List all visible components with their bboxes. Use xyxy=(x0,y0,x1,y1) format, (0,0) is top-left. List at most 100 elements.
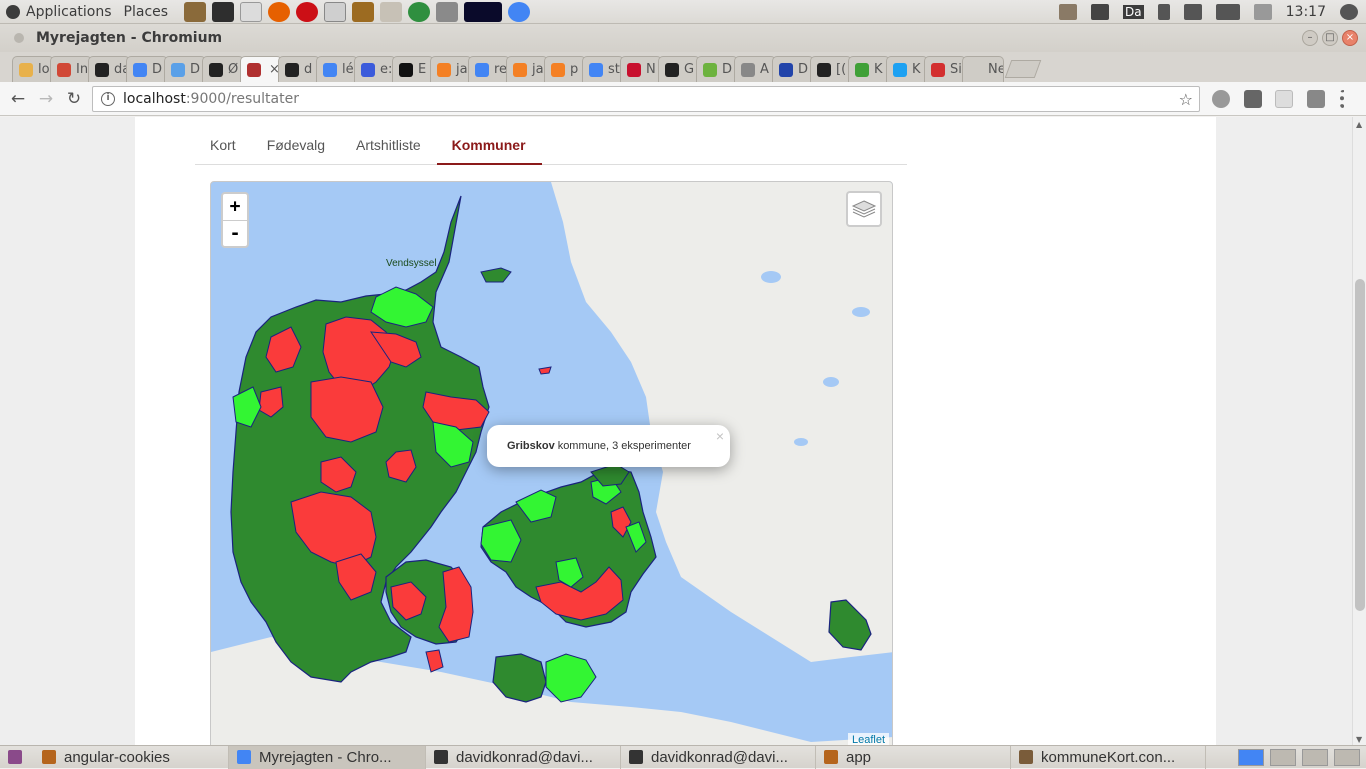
region-red[interactable] xyxy=(425,649,444,673)
terminal-launcher-icon[interactable] xyxy=(212,1,235,22)
browser-tab[interactable]: D xyxy=(772,56,814,82)
minimize-button[interactable]: – xyxy=(1302,30,1318,46)
taskbar-window-button[interactable]: app xyxy=(816,745,1011,769)
municipality-map[interactable]: Vendsyssel + - Gribskov kommune, 3 ekspe… xyxy=(210,181,893,745)
browser-tab[interactable]: D xyxy=(696,56,738,82)
browser-tab[interactable]: Si xyxy=(924,56,966,82)
nav-tab-kommuner[interactable]: Kommuner xyxy=(436,129,542,165)
browser-tab[interactable]: p xyxy=(544,56,586,82)
close-window-button[interactable]: × xyxy=(1342,30,1358,46)
opera-launcher-icon[interactable] xyxy=(296,1,319,22)
browser-tab[interactable]: New xyxy=(962,56,1004,82)
database-launcher-icon[interactable] xyxy=(436,1,459,22)
show-desktop-icon[interactable] xyxy=(8,750,22,764)
workspace-icon[interactable] xyxy=(1270,748,1296,766)
bookmark-star-icon[interactable]: ☆ xyxy=(1179,90,1193,109)
address-bar[interactable]: i localhost:9000/resultater ☆ xyxy=(92,86,1200,112)
chrome-menu-icon[interactable] xyxy=(1340,90,1346,108)
taskbar-window-button[interactable]: angular-cookies xyxy=(34,745,229,769)
page-content: Kort Fødevalg Artshitliste Kommuner Vend… xyxy=(135,117,1216,745)
browser-tab[interactable]: D xyxy=(164,56,206,82)
window-menu-icon[interactable] xyxy=(14,33,24,43)
battery-icon[interactable] xyxy=(1215,4,1240,20)
browser-tab[interactable]: d xyxy=(278,56,320,82)
folder-extension-icon[interactable] xyxy=(1275,90,1293,108)
region-anholt[interactable] xyxy=(538,366,552,375)
browser-tab[interactable]: ja xyxy=(430,56,472,82)
workspace-icon[interactable] xyxy=(1334,748,1360,766)
chromium-launcher-icon[interactable] xyxy=(508,1,531,22)
monitor-launcher-icon[interactable] xyxy=(464,1,503,22)
spotify-launcher-icon[interactable] xyxy=(408,1,431,22)
files-launcher-icon[interactable] xyxy=(184,1,207,22)
forward-button[interactable]: → xyxy=(32,85,60,113)
browser-tab[interactable]: N xyxy=(620,56,662,82)
firefox-launcher-icon[interactable] xyxy=(268,1,291,22)
result-nav-tabs: Kort Fødevalg Artshitliste Kommuner xyxy=(195,129,907,165)
browser-tab[interactable]: G xyxy=(658,56,700,82)
browser-tab[interactable]: K xyxy=(886,56,928,82)
taskbar-window-button[interactable]: kommuneKort.con... xyxy=(1011,745,1206,769)
browser-tab[interactable]: E xyxy=(392,56,434,82)
text-editor-launcher-icon[interactable] xyxy=(240,1,263,22)
browser-tab[interactable]: e: xyxy=(354,56,396,82)
browser-tab[interactable]: lo xyxy=(12,56,54,82)
workspace-switcher[interactable] xyxy=(1238,748,1366,766)
workspace-icon[interactable] xyxy=(1302,748,1328,766)
leaflet-attribution-link[interactable]: Leaflet xyxy=(847,733,889,745)
vertical-scrollbar[interactable]: ▲ ▼ xyxy=(1352,117,1366,745)
taskbar-window-label: app xyxy=(846,748,872,766)
zoom-in-button[interactable]: + xyxy=(223,194,247,220)
nav-tab-fødevalg[interactable]: Fødevalg xyxy=(252,129,341,165)
taskbar-window-button[interactable]: Myrejagten - Chro... xyxy=(229,745,426,769)
zoom-out-button[interactable]: - xyxy=(223,220,247,246)
layers-control-button[interactable] xyxy=(846,191,882,227)
bluetooth-icon[interactable] xyxy=(1157,4,1170,20)
workspace-icon[interactable] xyxy=(1238,748,1264,766)
taskbar-window-button[interactable]: davidkonrad@davi... xyxy=(426,745,621,769)
browser-tab[interactable]: A xyxy=(734,56,776,82)
nav-tab-kort[interactable]: Kort xyxy=(195,129,252,165)
new-tab-button[interactable] xyxy=(1004,60,1042,78)
browser-tab[interactable]: lé xyxy=(316,56,358,82)
dosbox-launcher-icon[interactable] xyxy=(352,1,375,22)
browser-tab[interactable]: st xyxy=(582,56,624,82)
maximize-button[interactable]: □ xyxy=(1322,30,1338,46)
volume-icon[interactable] xyxy=(1253,4,1272,20)
browser-tab[interactable]: ja xyxy=(506,56,548,82)
reload-button[interactable]: ↻ xyxy=(60,85,88,113)
browser-tab[interactable]: D xyxy=(126,56,168,82)
adblock-extension-icon[interactable] xyxy=(1212,90,1230,108)
popup-close-button[interactable]: × xyxy=(716,428,724,444)
browser-tab[interactable]: Ø xyxy=(202,56,244,82)
browser-tab[interactable]: In xyxy=(50,56,92,82)
gear-icon[interactable] xyxy=(1340,4,1358,20)
scrollbar-thumb[interactable] xyxy=(1355,279,1365,611)
region-light-green[interactable] xyxy=(545,653,597,703)
taskbar-window-button[interactable]: davidkonrad@davi... xyxy=(621,745,816,769)
keyboard-layout-indicator[interactable]: Da xyxy=(1123,5,1144,19)
back-button[interactable]: ← xyxy=(4,85,32,113)
browser-tab[interactable]: [( xyxy=(810,56,852,82)
mail-icon[interactable] xyxy=(1183,4,1202,20)
browser-tab[interactable]: K xyxy=(848,56,890,82)
indicator-icon[interactable] xyxy=(1059,4,1078,20)
nav-tab-artshitliste[interactable]: Artshitliste xyxy=(341,129,437,165)
scroll-down-arrow-icon[interactable]: ▼ xyxy=(1356,735,1362,744)
browser-tab[interactable]: re xyxy=(468,56,510,82)
browser-tab[interactable]: × xyxy=(240,56,282,82)
font-extension-icon[interactable] xyxy=(1307,90,1325,108)
tab-favicon-icon xyxy=(969,62,983,77)
applications-label: Applications xyxy=(26,3,112,20)
region-laesoe[interactable] xyxy=(480,267,512,283)
applications-menu[interactable]: Applications xyxy=(0,0,118,24)
extension-icon[interactable] xyxy=(1244,90,1262,108)
clock[interactable]: 13:17 xyxy=(1286,4,1326,20)
site-info-icon[interactable]: i xyxy=(101,92,115,106)
app-launcher-icon[interactable] xyxy=(324,1,347,22)
scroll-up-arrow-icon[interactable]: ▲ xyxy=(1356,120,1362,129)
tools-launcher-icon[interactable] xyxy=(380,1,403,22)
network-icon[interactable] xyxy=(1091,4,1110,20)
places-menu[interactable]: Places xyxy=(118,0,175,24)
browser-tab[interactable]: da xyxy=(88,56,130,82)
